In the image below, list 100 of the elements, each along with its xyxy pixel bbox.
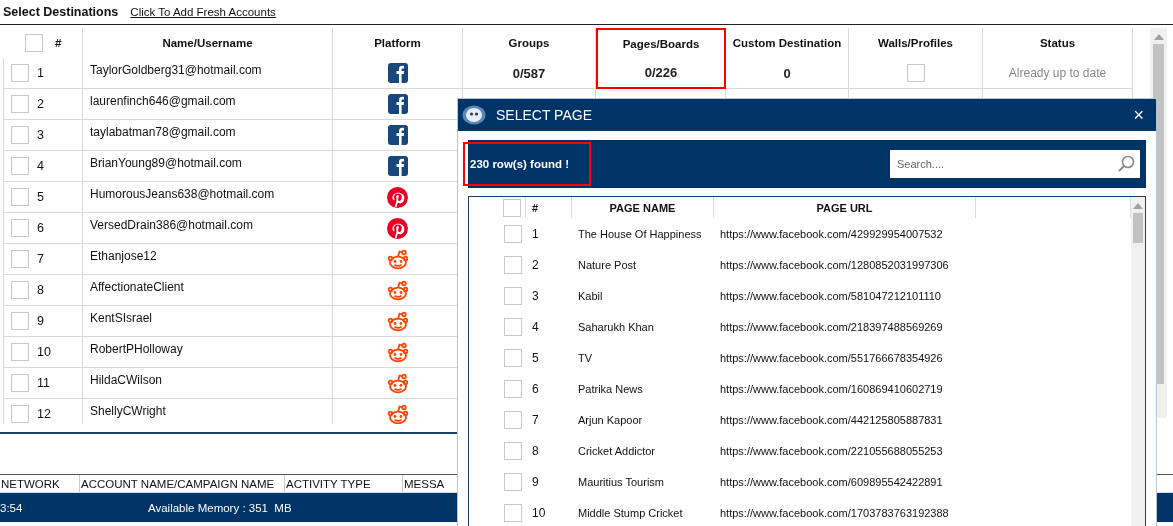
checkbox[interactable] <box>504 379 522 398</box>
row-number: 10 <box>37 345 51 359</box>
checkbox[interactable] <box>11 250 29 268</box>
checkbox[interactable] <box>504 348 522 367</box>
page-name: Saharukh Khan <box>578 320 654 333</box>
checkbox[interactable] <box>11 188 29 206</box>
page-url: https://www.facebook.com/1280852031997306 <box>720 258 949 271</box>
reddit-icon <box>386 403 409 424</box>
column-header: # <box>532 201 539 214</box>
page-url: https://www.facebook.com/551766678354926 <box>720 351 943 364</box>
username: VersedDrain386@hotmail.com <box>90 218 253 232</box>
page-name: Patrika News <box>578 382 643 395</box>
pinterest-icon <box>387 217 408 239</box>
username: Ethanjose12 <box>90 249 157 263</box>
reddit-icon <box>386 372 409 394</box>
checkbox[interactable] <box>504 255 522 274</box>
page-name: Middle Stump Cricket <box>578 506 683 519</box>
checkbox[interactable] <box>11 95 29 113</box>
row-number: 7 <box>532 412 539 427</box>
username: taylabatman78@gmail.com <box>90 125 236 139</box>
column-header: ACCOUNT NAME/CAMPAIGN NAME <box>80 475 285 492</box>
reddit-icon <box>386 341 409 363</box>
checkbox[interactable] <box>504 317 522 336</box>
reddit-icon <box>386 279 409 301</box>
checkbox[interactable] <box>11 343 29 361</box>
row-number: 6 <box>37 221 44 235</box>
checkbox[interactable] <box>504 224 522 243</box>
row-number: 8 <box>37 283 44 297</box>
row-number: 8 <box>532 443 539 458</box>
facebook-icon <box>387 156 408 176</box>
checkbox[interactable] <box>504 503 522 522</box>
checkbox[interactable] <box>504 472 522 491</box>
checkbox[interactable] <box>503 198 521 217</box>
username: ShellyCWright <box>90 404 166 418</box>
username: BrianYoung89@hotmail.com <box>90 156 242 170</box>
row-number: 2 <box>37 97 44 111</box>
checkbox[interactable] <box>11 64 29 82</box>
reddit-icon <box>386 310 409 332</box>
column-header: Custom Destination <box>726 28 849 58</box>
username: TaylorGoldberg31@hotmail.com <box>90 63 262 77</box>
row-count: 230 row(s) found ! <box>463 142 592 186</box>
app-logo-icon <box>462 105 486 125</box>
checkbox[interactable] <box>504 286 522 305</box>
memory-status: Available Memory : 351 MB <box>148 501 292 514</box>
row-number: 1 <box>532 226 539 241</box>
username: AffectionateClient <box>90 280 184 294</box>
checkbox[interactable] <box>25 34 43 52</box>
row-number: 10 <box>532 505 546 520</box>
checkbox[interactable] <box>11 312 29 330</box>
page-url: https://www.facebook.com/609895542422891 <box>720 475 943 488</box>
search-field[interactable]: Search.... <box>890 150 1140 178</box>
checkbox[interactable] <box>11 281 29 299</box>
checkbox[interactable] <box>11 374 29 392</box>
column-header: Platform <box>333 28 463 58</box>
row-number: 1 <box>37 66 44 80</box>
checkbox[interactable] <box>11 405 29 423</box>
pinterest-icon <box>387 186 408 208</box>
page-url: https://www.facebook.com/221055688055253 <box>720 444 943 457</box>
scrollbar[interactable] <box>1131 197 1145 526</box>
row-number: 11 <box>37 376 50 390</box>
row-number: 5 <box>532 350 539 365</box>
reddit-icon <box>386 248 409 270</box>
page-name: The House Of Happiness <box>578 227 702 240</box>
checkbox[interactable] <box>11 157 29 175</box>
row-number: 9 <box>37 314 44 328</box>
facebook-icon <box>387 94 408 114</box>
page-url: https://www.facebook.com/429929954007532 <box>720 227 943 240</box>
row-number: 4 <box>37 159 44 173</box>
row-number: 2 <box>532 257 539 272</box>
column-header: NETWORK <box>0 475 80 492</box>
pages-count: 0/226 <box>644 65 678 80</box>
checkbox[interactable] <box>11 219 29 237</box>
facebook-icon <box>387 125 408 145</box>
column-header: MESSA <box>403 476 446 492</box>
username: HildaCWilson <box>90 373 163 387</box>
facebook-icon <box>387 63 408 83</box>
page-url: https://www.facebook.com/442125805887831 <box>720 413 943 426</box>
row-number: 4 <box>532 319 539 334</box>
page-url: https://www.facebook.com/581047212101110 <box>720 289 941 302</box>
status-text: Already up to date <box>1008 66 1107 80</box>
search-icon <box>1117 155 1135 173</box>
dialog-title: SELECT PAGE <box>496 107 593 123</box>
page-name: Arjun Kapoor <box>578 413 643 426</box>
checkbox[interactable] <box>504 441 522 460</box>
groups-count: 0/587 <box>512 65 546 81</box>
page-name: Cricket Addictor <box>578 444 656 457</box>
custom-count: 0 <box>783 65 791 81</box>
checkbox[interactable] <box>906 64 925 82</box>
column-header: Groups <box>463 28 596 58</box>
checkbox[interactable] <box>11 126 29 144</box>
add-accounts-link[interactable]: Click To Add Fresh Accounts <box>130 6 276 18</box>
page-name: Kabil <box>578 289 603 302</box>
row-number: 9 <box>532 474 539 489</box>
page-name: Nature Post <box>578 258 637 271</box>
row-number: 5 <box>37 190 44 204</box>
username: KentSIsrael <box>90 311 153 325</box>
close-button[interactable]: × <box>1129 104 1148 126</box>
column-header: PAGE NAME <box>609 201 676 214</box>
checkbox[interactable] <box>504 410 522 429</box>
page-name: TV <box>578 351 593 364</box>
